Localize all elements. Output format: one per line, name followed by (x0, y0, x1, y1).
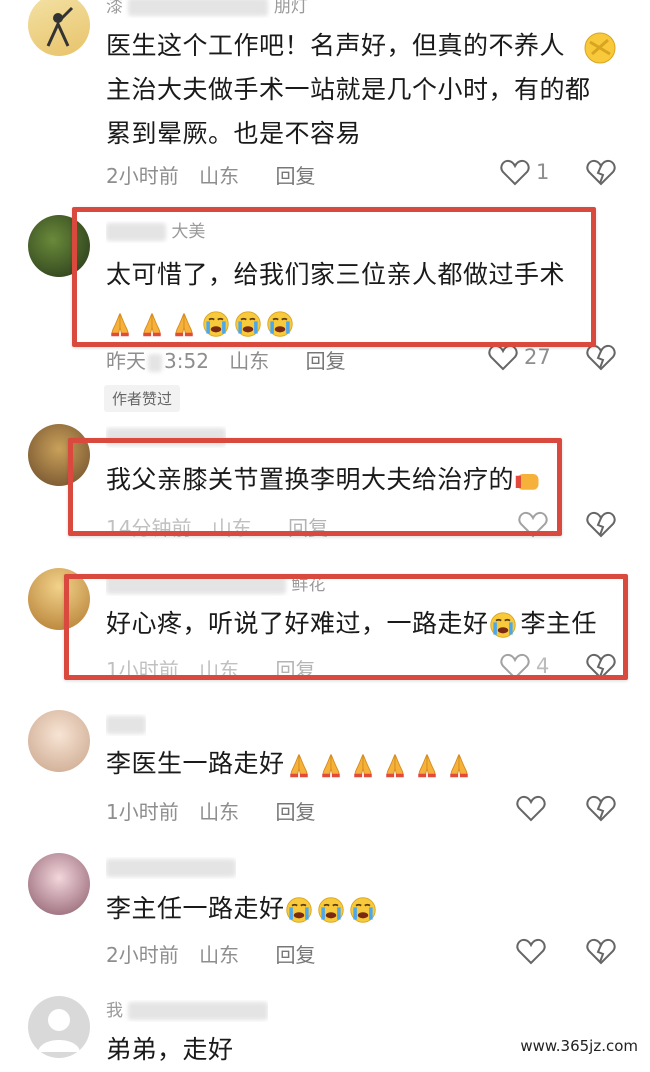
broken-heart-icon[interactable] (586, 158, 616, 186)
pray-emoji (445, 751, 473, 779)
facepalm-emoji (584, 32, 616, 64)
redacted-name (106, 859, 236, 877)
reply-button[interactable]: 回复 (275, 800, 315, 824)
like-count: 1 (536, 160, 550, 184)
like-button[interactable]: 1 (500, 158, 549, 186)
timestamp: 2小时前 (106, 943, 179, 967)
comment-item: 李主任一路走好 2小时前 山东 回复 (0, 845, 650, 985)
location: 山东 (199, 164, 240, 188)
pray-emoji (285, 751, 313, 779)
reply-button[interactable]: 回复 (306, 349, 346, 373)
comment-meta: 2小时前 山东 回复 (106, 160, 329, 189)
comment-text: 李医生一路走好 (106, 742, 477, 786)
pray-emoji (349, 751, 377, 779)
crying-emoji (349, 896, 377, 924)
timestamp: 2小时前 (106, 164, 179, 188)
broken-heart-icon[interactable] (586, 343, 616, 371)
reply-button[interactable]: 回复 (275, 164, 315, 188)
redacted-name (128, 1002, 269, 1020)
heart-icon (488, 344, 518, 371)
redacted-time (148, 353, 162, 372)
location: 山东 (199, 943, 240, 967)
comment-meta: 2小时前 山东 回复 (106, 939, 329, 968)
author-liked-badge: 作者赞过 (104, 385, 181, 412)
avatar[interactable] (28, 853, 90, 915)
comment-item: 漆 朋灯 医生这个工作吧！名声好，但真的不养人 主治大夫做手术一站就是几个小时，… (0, 0, 650, 200)
username[interactable]: 漆 朋灯 (106, 0, 308, 18)
pray-emoji (317, 751, 345, 779)
like-count: 27 (524, 345, 551, 369)
username[interactable]: 我 (106, 1000, 269, 1022)
crying-emoji (317, 896, 345, 924)
broken-heart-icon[interactable] (586, 937, 616, 965)
avatar[interactable] (28, 996, 90, 1058)
heart-icon (500, 159, 530, 186)
crying-emoji (285, 896, 313, 924)
timestamp: 昨天 (106, 349, 146, 373)
comment-meta: 1小时前 山东 回复 (106, 796, 329, 825)
username[interactable] (106, 714, 146, 736)
highlight-box (64, 574, 628, 680)
avatar[interactable] (28, 0, 90, 56)
timestamp: 1小时前 (106, 800, 179, 824)
location: 山东 (229, 349, 270, 373)
highlight-box (68, 438, 562, 536)
watermark: www.365jz.com (516, 1036, 642, 1056)
comment-text: 弟弟，走好 (106, 1035, 234, 1064)
heart-icon[interactable] (516, 937, 546, 965)
avatar[interactable] (28, 710, 90, 772)
redacted-name (106, 716, 146, 734)
comment-text: 李主任一路走好 (106, 887, 381, 931)
redacted-name (128, 0, 269, 16)
default-avatar-icon (38, 1009, 80, 1052)
broken-heart-icon[interactable] (586, 794, 616, 822)
comment-item: 李医生一路走好 1小时前 山东 回复 (0, 700, 650, 840)
pray-emoji (413, 751, 441, 779)
like-button[interactable]: 27 (488, 343, 551, 371)
comment-text: 医生这个工作吧！名声好，但真的不养人 主治大夫做手术一站就是几个小时，有的都 累… (106, 31, 591, 148)
reply-button[interactable]: 回复 (275, 943, 315, 967)
broken-heart-icon[interactable] (586, 510, 616, 538)
location: 山东 (199, 800, 240, 824)
pray-emoji (381, 751, 409, 779)
highlight-box (72, 207, 596, 347)
username[interactable] (106, 857, 236, 879)
comment-meta: 昨天 3:52 山东 回复 (106, 349, 346, 373)
heart-icon[interactable] (516, 794, 546, 822)
